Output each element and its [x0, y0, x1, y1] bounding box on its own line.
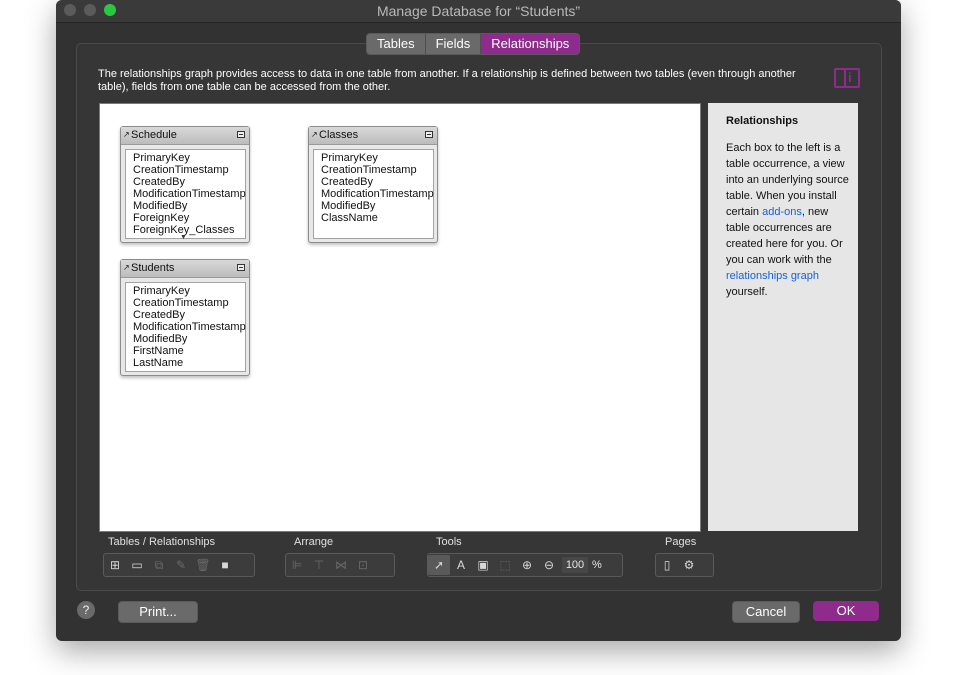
arrow-icon: ↗ [123, 130, 130, 139]
scroll-down-icon[interactable]: ▼ [180, 232, 187, 244]
table-occurrence-students[interactable]: ↗ Students PrimaryKey CreationTimestamp … [120, 259, 250, 376]
select-related-icon[interactable]: ⬚ [494, 555, 516, 575]
sidebar-title: Relationships [726, 115, 799, 127]
add-note-icon[interactable]: ▭ [126, 555, 148, 575]
collapse-icon[interactable] [425, 131, 433, 138]
distribute-horizontal-icon[interactable]: ⋈ [330, 555, 352, 575]
field-item[interactable]: ModificationTimestamp [133, 321, 246, 333]
field-item[interactable]: FirstName [133, 345, 245, 357]
zoom-level-field[interactable]: 100 [562, 557, 588, 573]
add-ons-link[interactable]: add-ons [762, 206, 802, 218]
relationships-graph[interactable]: ↗ Schedule PrimaryKey CreationTimestamp … [99, 103, 701, 532]
toggle-info-panel-icon[interactable] [834, 68, 860, 88]
window-title: Manage Database for “Students” [376, 3, 581, 19]
cancel-button[interactable]: Cancel [732, 601, 800, 623]
field-item[interactable]: ClassName [321, 212, 433, 224]
table-occurrence-header[interactable]: ↗ Schedule [121, 127, 249, 145]
table-occurrence-name: Schedule [131, 129, 177, 141]
collapse-icon[interactable] [237, 264, 245, 271]
tab-fields[interactable]: Fields [426, 34, 482, 54]
ok-button[interactable]: OK [813, 601, 879, 621]
field-item[interactable]: PrimaryKey [133, 285, 245, 297]
field-item[interactable]: CreatedBy [133, 309, 245, 321]
field-item[interactable]: ForeignKey [133, 212, 245, 224]
help-button[interactable]: ? [77, 601, 95, 619]
align-top-icon[interactable]: ⊤ [308, 555, 330, 575]
table-occurrence-header[interactable]: ↗ Classes [309, 127, 437, 145]
resize-icon[interactable]: ⊡ [352, 555, 374, 575]
collapse-icon[interactable] [237, 131, 245, 138]
zoom-in-icon[interactable]: ⊕ [516, 555, 538, 575]
field-list[interactable]: PrimaryKey CreationTimestamp CreatedBy M… [313, 149, 434, 239]
field-item[interactable]: ModificationTimestamp [321, 188, 434, 200]
field-item[interactable]: PrimaryKey [133, 152, 245, 164]
toolbar-group-label: Arrange [294, 536, 334, 548]
table-occurrence-name: Students [131, 262, 175, 274]
field-item[interactable]: ForeignKey_Classes [133, 224, 245, 236]
text-tool-icon[interactable]: A [450, 555, 472, 575]
field-item[interactable]: ModifiedBy [133, 200, 245, 212]
toolbar-group-label: Pages [665, 536, 697, 548]
field-item[interactable]: ModifiedBy [321, 200, 433, 212]
arrow-icon: ↗ [311, 130, 318, 139]
align-left-icon[interactable]: ⊫ [286, 555, 308, 575]
color-swatch-icon[interactable]: ■ [214, 555, 236, 575]
table-occurrence-schedule[interactable]: ↗ Schedule PrimaryKey CreationTimestamp … [120, 126, 250, 243]
relationships-graph-link[interactable]: relationships graph [726, 270, 819, 282]
field-item[interactable]: CreationTimestamp [133, 297, 245, 309]
sidebar-text: Each box to the left is a table occurren… [726, 140, 851, 300]
table-occurrence-name: Classes [319, 129, 359, 141]
page-setup-icon[interactable]: ⚙ [678, 555, 700, 575]
field-item[interactable]: LastName [133, 357, 245, 369]
duplicate-icon[interactable]: ⧉ [148, 555, 170, 575]
field-list[interactable]: PrimaryKey CreationTimestamp CreatedBy M… [125, 149, 246, 241]
pages-toolbar: ▯ ⚙ [655, 553, 714, 577]
field-item[interactable]: ModifiedBy [133, 333, 245, 345]
title-bar: Manage Database for “Students” [56, 0, 901, 23]
info-sidebar: Relationships Each box to the left is a … [708, 103, 858, 531]
zoom-percent-button[interactable]: % [590, 559, 608, 571]
toolbar-group-label: Tables / Relationships [108, 536, 216, 548]
table-occurrence-header[interactable]: ↗ Students [121, 260, 249, 278]
field-item[interactable]: PrimaryKey [321, 152, 433, 164]
manage-database-window: Manage Database for “Students” Tables Fi… [56, 0, 901, 641]
tables-relationships-toolbar: ⊞ ▭ ⧉ ✎ 🗑 ■ [103, 553, 255, 577]
arrow-icon: ↗ [123, 263, 130, 272]
delete-trash-icon[interactable]: 🗑 [192, 555, 214, 575]
field-item[interactable]: CreatedBy [133, 176, 245, 188]
tab-relationships[interactable]: Relationships [481, 34, 580, 54]
table-occurrence-classes[interactable]: ↗ Classes PrimaryKey CreationTimestamp C… [308, 126, 438, 243]
toolbar-group-label: Tools [436, 536, 462, 548]
tab-bar: Tables Fields Relationships [366, 33, 581, 55]
field-tool-icon[interactable]: ▣ [472, 555, 494, 575]
sidebar-text-part: yourself. [726, 286, 768, 298]
arrange-toolbar: ⊫ ⊤ ⋈ ⊡ [285, 553, 395, 577]
edit-pencil-icon[interactable]: ✎ [170, 555, 192, 575]
field-item[interactable]: CreationTimestamp [321, 164, 433, 176]
field-list[interactable]: PrimaryKey CreationTimestamp CreatedBy M… [125, 282, 246, 372]
page-breaks-icon[interactable]: ▯ [656, 555, 678, 575]
add-table-icon[interactable]: ⊞ [104, 555, 126, 575]
tools-toolbar: ➚ A ▣ ⬚ ⊕ ⊖ 100 % [427, 553, 623, 577]
zoom-out-icon[interactable]: ⊖ [538, 555, 560, 575]
relationships-description: The relationships graph provides access … [98, 68, 796, 93]
field-item[interactable]: CreatedBy [321, 176, 433, 188]
print-button[interactable]: Print... [118, 601, 198, 623]
field-item[interactable]: ModificationTimestamp [133, 188, 246, 200]
tab-tables[interactable]: Tables [367, 34, 426, 54]
pointer-tool-icon[interactable]: ➚ [428, 555, 450, 575]
field-item[interactable]: CreationTimestamp [133, 164, 245, 176]
